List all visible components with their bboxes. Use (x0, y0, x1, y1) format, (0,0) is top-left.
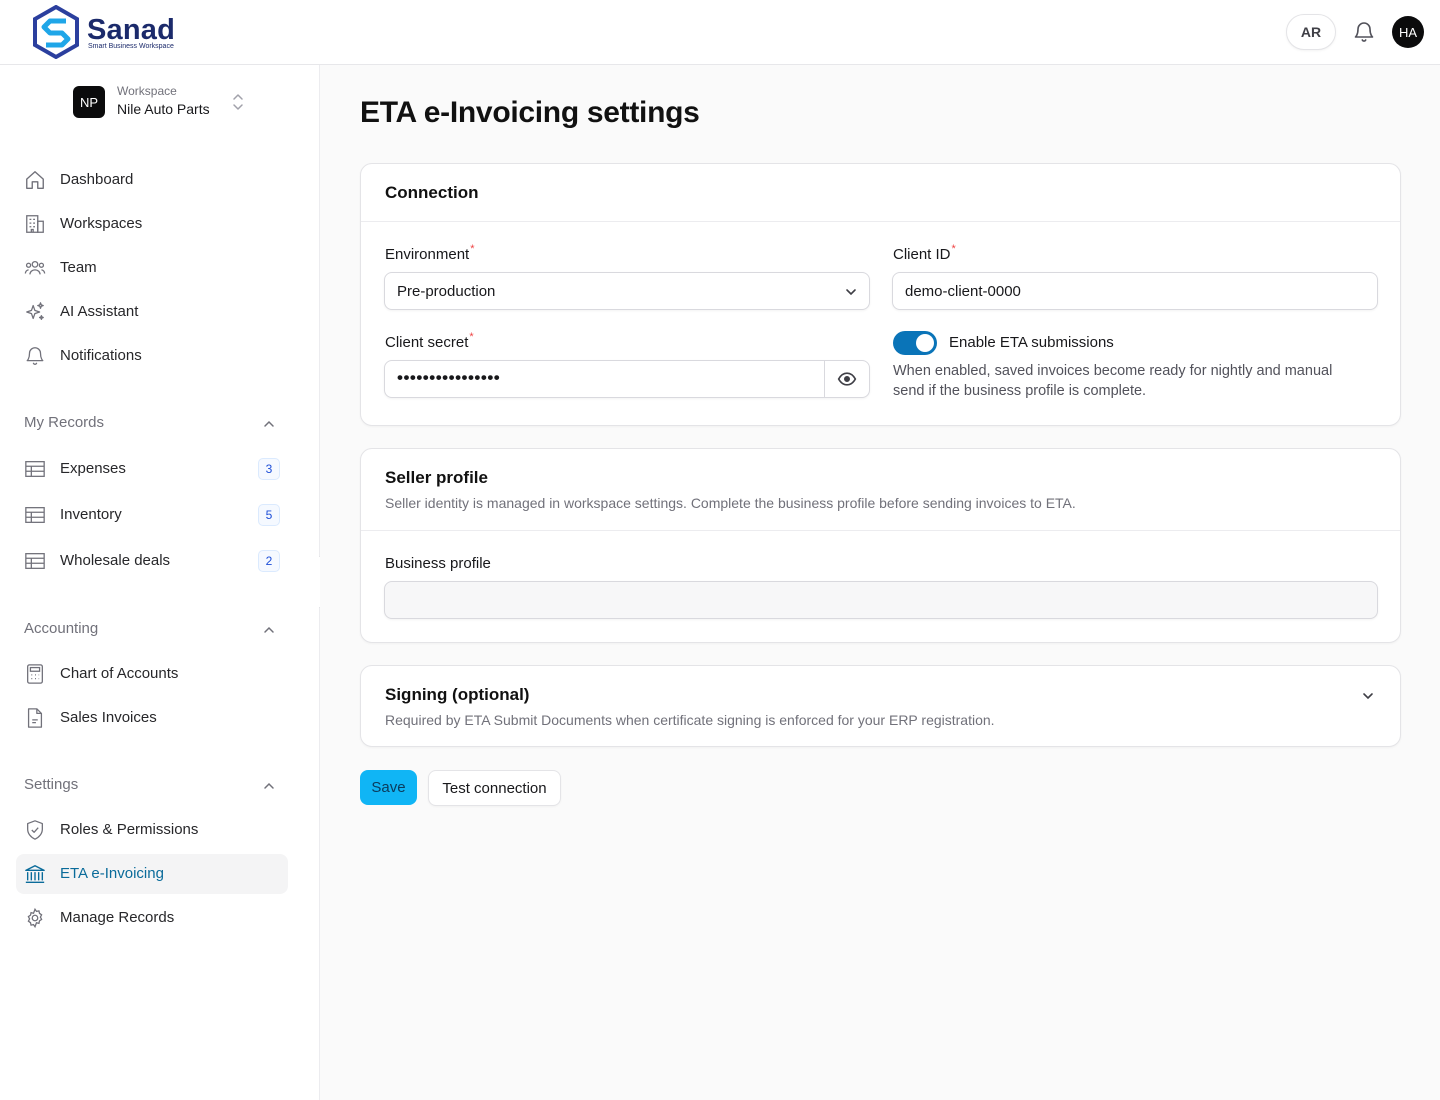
gear-icon (27, 907, 43, 929)
card-header: Seller profile Seller identity is manage… (361, 449, 1400, 531)
enable-eta-toggle[interactable] (893, 331, 937, 355)
sidebar: NP Workspace Nile Auto Parts Dashboard W… (0, 65, 320, 1100)
save-button[interactable]: Save (360, 770, 417, 805)
chevron-down-icon[interactable] (1360, 688, 1376, 704)
notifications-bell-icon[interactable] (1352, 20, 1376, 44)
client-id-label: Client ID* (893, 243, 956, 263)
sidebar-item-dashboard[interactable]: Dashboard (16, 160, 288, 200)
sidebar-item-ai-assistant[interactable]: AI Assistant (16, 292, 288, 332)
sidebar-item-manage-records[interactable]: Manage Records (16, 898, 288, 938)
building-icon (26, 215, 44, 233)
card-title: Signing (optional) (385, 685, 530, 704)
sidebar-item-label: Chart of Accounts (60, 665, 179, 682)
workspace-avatar: NP (73, 86, 105, 118)
sidebar-item-label: Wholesale deals (60, 552, 171, 569)
client-id-input[interactable]: demo-client-0000 (892, 272, 1378, 310)
chevron-up-icon (264, 782, 274, 789)
sidebar-item-label: Notifications (60, 347, 142, 364)
workspace-name: Nile Auto Parts (117, 101, 210, 117)
brand-tagline: Smart Business Workspace (88, 43, 174, 50)
show-secret-button[interactable] (824, 361, 869, 397)
toggle-knob (916, 334, 934, 352)
card-title: Connection (385, 183, 479, 202)
signing-card[interactable]: Signing (optional) Required by ETA Submi… (360, 665, 1401, 747)
environment-value: Pre-production (397, 282, 496, 300)
seller-profile-card: Seller profile Seller identity is manage… (360, 448, 1401, 643)
card-header: Connection (361, 164, 1400, 222)
chevron-up-icon (264, 626, 274, 633)
sidebar-item-wholesale-deals[interactable]: Wholesale deals 2 (16, 541, 288, 581)
calculator-icon (27, 664, 43, 684)
table-icon (25, 461, 45, 477)
sidebar-item-label: Dashboard (60, 171, 134, 188)
sidebar-item-chart-of-accounts[interactable]: Chart of Accounts (16, 654, 288, 694)
sidebar-item-label: ETA e-Invoicing (60, 865, 164, 882)
client-id-value: demo-client-0000 (905, 282, 1021, 300)
table-icon (25, 507, 45, 523)
file-icon (27, 708, 43, 728)
sidebar-item-label: Inventory (60, 506, 122, 523)
sidebar-item-label: Workspaces (60, 215, 143, 232)
chevron-down-icon (846, 289, 856, 296)
enable-eta-label: Enable ETA submissions (949, 334, 1114, 351)
enable-eta-help-text: When enabled, saved invoices become read… (893, 363, 1333, 399)
sidebar-item-sales-invoices[interactable]: Sales Invoices (16, 698, 288, 738)
bell-icon (26, 347, 44, 365)
sidebar-item-workspaces[interactable]: Workspaces (16, 204, 288, 244)
count-badge: 2 (258, 550, 280, 572)
table-icon (25, 553, 45, 569)
users-icon (24, 260, 46, 275)
client-secret-value: •••••••••••••••• (397, 368, 501, 387)
language-toggle-button[interactable]: AR (1286, 14, 1336, 50)
section-title: My Records (24, 414, 105, 431)
shield-check-icon (27, 820, 43, 840)
top-header: Sanad Smart Business Workspace AR HA (0, 0, 1440, 65)
sidebar-item-eta-e-invoicing[interactable]: ETA e-Invoicing (16, 854, 288, 894)
count-badge: 5 (258, 504, 280, 526)
client-secret-input[interactable]: •••••••••••••••• (384, 360, 870, 398)
workspace-label: Workspace (117, 84, 177, 98)
brand-name: Sanad (87, 14, 176, 46)
connection-card: Connection Environment* Pre-production C… (360, 163, 1401, 426)
main-content: ETA e-Invoicing settings Connection Envi… (320, 65, 1440, 1100)
environment-label: Environment* (385, 243, 475, 263)
client-secret-label: Client secret* (385, 331, 474, 351)
user-avatar[interactable]: HA (1392, 16, 1424, 48)
home-icon (26, 171, 44, 189)
card-description: Seller identity is managed in workspace … (385, 495, 1076, 511)
sidebar-item-expenses[interactable]: Expenses 3 (16, 449, 288, 489)
card-description: Required by ETA Submit Documents when ce… (385, 712, 995, 728)
page-title: ETA e-Invoicing settings (360, 96, 700, 129)
business-profile-label: Business profile (385, 555, 491, 572)
sidebar-item-label: Team (60, 259, 97, 276)
sidebar-item-roles-permissions[interactable]: Roles & Permissions (16, 810, 288, 850)
count-badge: 3 (258, 458, 280, 480)
brand-logo[interactable]: Sanad Smart Business Workspace (32, 5, 232, 59)
sparkles-icon (26, 302, 44, 320)
card-title: Seller profile (385, 468, 488, 487)
environment-select[interactable]: Pre-production (384, 272, 870, 310)
sidebar-item-label: Manage Records (60, 909, 175, 926)
sidebar-item-label: Expenses (60, 460, 126, 477)
sidebar-item-label: AI Assistant (60, 303, 139, 320)
sidebar-item-team[interactable]: Team (16, 248, 288, 288)
test-connection-button[interactable]: Test connection (428, 770, 561, 806)
sidebar-item-inventory[interactable]: Inventory 5 (16, 495, 288, 535)
section-title: Settings (24, 776, 79, 793)
workspace-switcher[interactable]: NP Workspace Nile Auto Parts (73, 84, 253, 120)
section-title: Accounting (24, 620, 99, 637)
landmark-icon (25, 865, 45, 883)
chevrons-up-down-icon (233, 94, 243, 110)
chevron-up-icon (264, 420, 274, 427)
section-toggle-settings[interactable]: Settings (24, 776, 280, 796)
sidebar-item-label: Roles & Permissions (60, 821, 199, 838)
section-toggle-my-records[interactable]: My Records (24, 414, 280, 434)
eye-icon (837, 372, 857, 386)
business-profile-input[interactable] (384, 581, 1378, 619)
logo-mark-icon (33, 5, 79, 59)
section-toggle-accounting[interactable]: Accounting (24, 620, 280, 640)
sidebar-item-label: Sales Invoices (60, 709, 157, 726)
sidebar-item-notifications[interactable]: Notifications (16, 336, 288, 376)
